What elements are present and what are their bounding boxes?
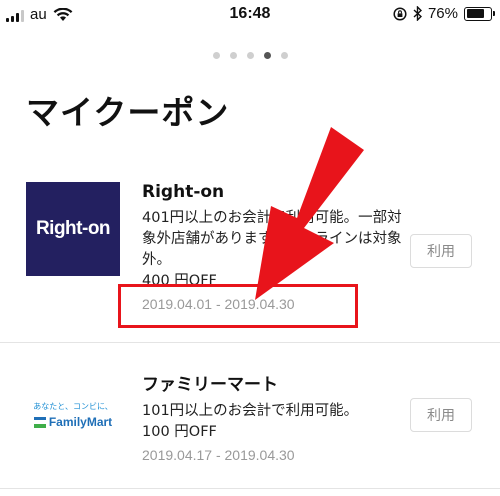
status-right: 76% [393, 5, 495, 22]
familymart-stripes-icon [33, 416, 46, 428]
coupon-description: 401円以上のお会計で利用可能。一部対象外店舗があります。オンラインは対象外。 [142, 210, 402, 268]
status-bar: au 16:48 76% [0, 0, 500, 30]
use-button[interactable]: 利用 [410, 234, 472, 268]
coupon-period: 2019.04.17 - 2019.04.30 [142, 447, 295, 463]
page-indicator [0, 52, 500, 59]
page-dot [246, 52, 254, 59]
righton-logo-text: Right-on [35, 218, 111, 239]
familymart-logo-text: FamilyMart [48, 415, 113, 429]
divider [0, 342, 500, 343]
page-dot [229, 52, 237, 59]
coupon-item-familymart[interactable]: あなたと、コンビに、 FamilyMart ファミリーマート 101円以上のお会… [0, 344, 500, 484]
coupon-body: ファミリーマート 101円以上のお会計で利用可能。 100 円OFF 2019.… [142, 370, 402, 463]
coupon-name: Right-on [142, 182, 225, 202]
rotation-lock-icon [393, 6, 407, 21]
coupon-amount: 100 円OFF [142, 424, 217, 440]
coupon-name: ファミリーマート [142, 375, 278, 395]
annotation-highlight-box [118, 284, 358, 328]
familymart-tagline: あなたと、コンビに、 [33, 402, 113, 411]
battery-fill [466, 9, 484, 18]
battery-icon [464, 6, 495, 21]
use-button[interactable]: 利用 [410, 398, 472, 432]
battery-percent: 76% [427, 5, 458, 22]
coupon-description: 101円以上のお会計で利用可能。 [142, 403, 359, 419]
page-dot [280, 52, 288, 59]
page-dot [263, 52, 271, 59]
bluetooth-icon [413, 6, 422, 21]
divider [0, 488, 500, 489]
page-title: マイクーポン [26, 93, 230, 132]
righton-logo: Right-on [26, 182, 120, 276]
familymart-logo: あなたと、コンビに、 FamilyMart [26, 368, 120, 462]
page-dot [212, 52, 220, 59]
